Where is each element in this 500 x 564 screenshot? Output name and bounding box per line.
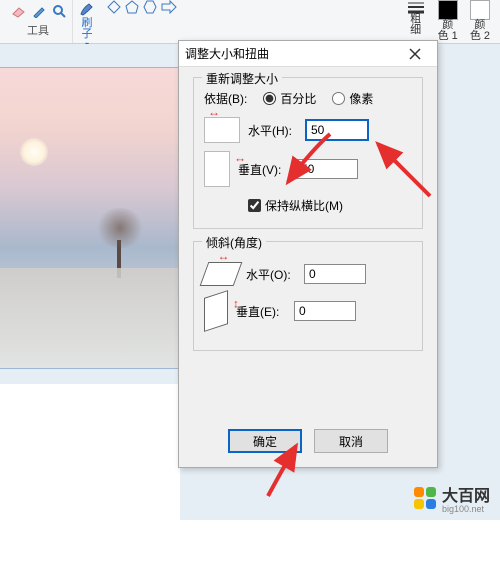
resize-vertical-label: 垂直(V):: [238, 161, 288, 178]
resize-skew-dialog: 调整大小和扭曲 重新调整大小 依据(B): 百分比 像素 ↔: [178, 40, 438, 468]
dialog-body: 重新调整大小 依据(B): 百分比 像素 ↔ 水平(H):: [179, 67, 437, 419]
aspect-ratio-input[interactable]: [248, 199, 261, 212]
brush-dropdown[interactable]: 刷 子 ▾: [73, 0, 101, 49]
watermark-url: big100.net: [442, 504, 490, 514]
radio-pixel-input[interactable]: [332, 92, 345, 105]
color1-swatch: [438, 0, 458, 20]
resize-horizontal-input[interactable]: [306, 120, 368, 140]
ok-button[interactable]: 确定: [228, 429, 302, 453]
color2-button[interactable]: 颜 色 2: [464, 0, 496, 42]
color2-swatch: [470, 0, 490, 20]
radio-percent[interactable]: 百分比: [263, 90, 316, 107]
thickness-dropdown[interactable]: 粗 细: [400, 0, 432, 36]
aspect-ratio-checkbox[interactable]: 保持纵横比(M): [248, 197, 412, 214]
tools-group: 工具: [4, 0, 73, 43]
resize-vertical-input[interactable]: [296, 159, 358, 179]
dialog-title: 调整大小和扭曲: [185, 45, 269, 62]
watermark-brand: 大百网: [442, 488, 490, 505]
skew-vertical-label: 垂直(E):: [236, 303, 286, 320]
magnifier-icon[interactable]: [52, 4, 66, 18]
water-graphic: [0, 268, 180, 368]
color-picker-icon[interactable]: [32, 4, 46, 18]
color2-label: 颜 色 2: [470, 20, 490, 42]
close-icon: [409, 48, 421, 60]
aspect-ratio-label: 保持纵横比(M): [265, 197, 343, 214]
dialog-close-button[interactable]: [399, 44, 431, 64]
watermark: 大百网 big100.net: [414, 482, 490, 514]
resize-vertical-icon: [204, 151, 230, 187]
radio-percent-label: 百分比: [280, 90, 316, 107]
thickness-label: 粗 细: [410, 14, 421, 36]
color1-label: 颜 色 1: [438, 20, 458, 42]
hexagon-icon: [143, 0, 157, 14]
cancel-button[interactable]: 取消: [314, 429, 388, 453]
skew-fieldset: 倾斜(角度) 水平(O): 垂直(E):: [193, 241, 423, 351]
ribbon: 工具 刷 子 ▾ 粗 细 颜 色 1 颜 色 2: [0, 0, 500, 44]
image-canvas[interactable]: [0, 68, 180, 368]
color1-button[interactable]: 颜 色 1: [432, 0, 464, 42]
watermark-logo-icon: [414, 487, 436, 509]
radio-pixel-label: 像素: [349, 90, 373, 107]
radio-percent-input[interactable]: [263, 92, 276, 105]
shapes-group[interactable]: [101, 0, 183, 14]
vertical-arrows-icon: ↕: [234, 157, 248, 163]
radio-pixel[interactable]: 像素: [332, 90, 373, 107]
skew-vertical-input[interactable]: [294, 301, 356, 321]
canvas-background: [0, 384, 180, 564]
skew-horizontal-label: 水平(O):: [246, 266, 296, 283]
resize-fieldset: 重新调整大小 依据(B): 百分比 像素 ↔ 水平(H):: [193, 77, 423, 229]
arrow-right-icon: [161, 0, 177, 14]
dialog-buttons: 确定 取消: [179, 419, 437, 467]
tools-label: 工具: [27, 22, 49, 38]
eraser-icon[interactable]: [10, 4, 26, 18]
skew-vertical-icon: [204, 290, 228, 332]
skew-horizontal-icon: [200, 262, 243, 286]
skew-legend: 倾斜(角度): [202, 234, 266, 251]
dialog-titlebar[interactable]: 调整大小和扭曲: [179, 41, 437, 67]
skew-horizontal-input[interactable]: [304, 264, 366, 284]
brush-icon: [77, 0, 97, 18]
thickness-icon: [406, 0, 426, 14]
pentagon-icon: [125, 0, 139, 14]
resize-legend: 重新调整大小: [202, 70, 282, 87]
resize-horizontal-label: 水平(H):: [248, 122, 298, 139]
diamond-icon: [107, 0, 121, 14]
sun-graphic: [20, 138, 48, 166]
resize-horizontal-icon: [204, 117, 240, 143]
brush-label: 刷 子: [82, 18, 93, 40]
